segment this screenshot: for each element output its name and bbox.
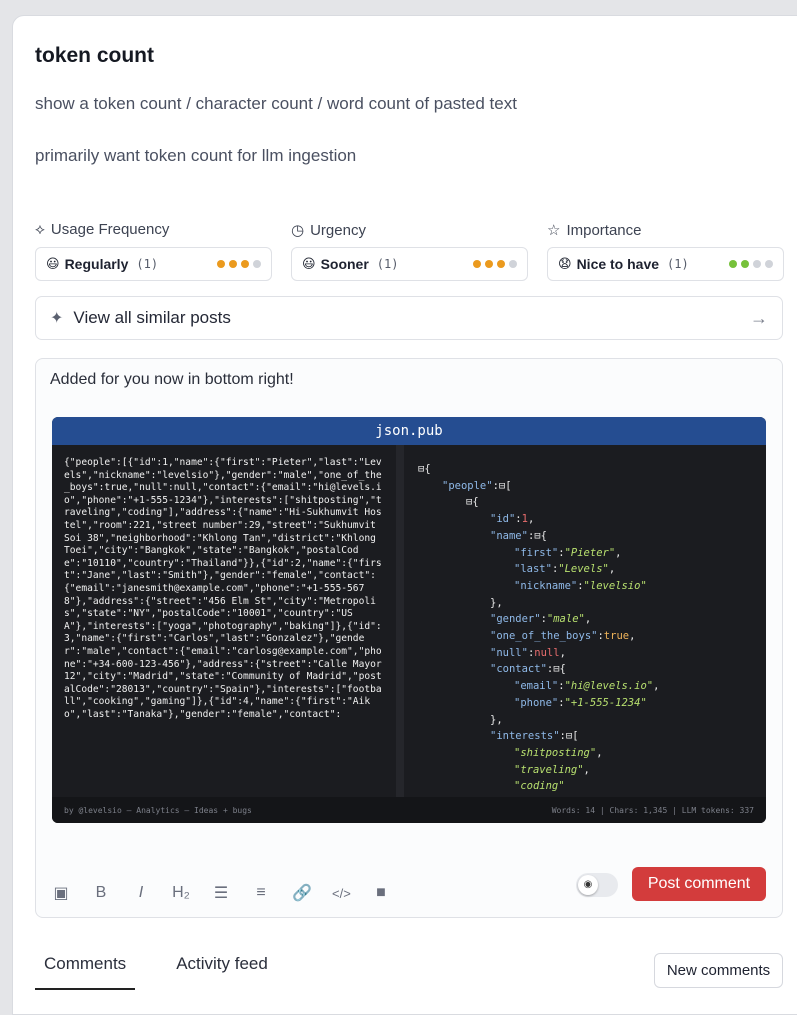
- json-tree-line: "one_of_the_boys":true,: [490, 630, 636, 643]
- level-dot: [497, 260, 505, 268]
- metric-count: (1): [376, 257, 399, 271]
- level-dot: [753, 260, 761, 268]
- panel-divider: [396, 445, 404, 797]
- level-dot: [217, 260, 225, 268]
- json-tree-line: "last":"Levels",: [514, 563, 616, 576]
- json-tree-line: "phone":"+1-555-1234": [514, 696, 647, 709]
- json-tree-line: },: [490, 713, 503, 726]
- bullet-list-icon[interactable]: ☰: [212, 883, 230, 903]
- post-comment-button[interactable]: Post comment: [632, 867, 766, 901]
- metric-count: (1): [136, 257, 159, 271]
- level-dot: [473, 260, 481, 268]
- sparkle-icon: ✦: [50, 310, 64, 327]
- pulse-icon: ⟡: [35, 221, 45, 238]
- urgency-label: ◷ Urgency: [291, 221, 366, 240]
- level-dot: [765, 260, 773, 268]
- level-dots: [217, 260, 261, 268]
- level-dot: [485, 260, 493, 268]
- post-description: show a token count / character count / w…: [35, 94, 517, 113]
- level-dot: [729, 260, 737, 268]
- italic-icon[interactable]: I: [132, 884, 150, 902]
- level-dots: [473, 260, 517, 268]
- json-tree-line: "first":"Pieter",: [514, 546, 622, 559]
- metric-value: Regularly: [64, 256, 129, 272]
- preview-toggle[interactable]: ◉: [576, 873, 618, 897]
- urgency-selector[interactable]: 😃 Sooner (1): [291, 247, 528, 281]
- metric-label-text: Usage Frequency: [50, 221, 170, 238]
- level-dot: [241, 260, 249, 268]
- smile-emoji-icon: 😃: [46, 256, 60, 271]
- numbered-list-icon[interactable]: ≡: [252, 884, 270, 902]
- metric-label-text: Urgency: [310, 221, 366, 239]
- json-tree-line: "shitposting",: [514, 746, 603, 759]
- json-tree-line: ⊟{: [466, 496, 479, 509]
- importance-label: ☆ Importance: [547, 221, 642, 240]
- new-comments-button[interactable]: New comments: [654, 953, 783, 988]
- json-tree-line: "gender":"male",: [490, 613, 592, 626]
- link-icon[interactable]: 🔗: [292, 883, 312, 903]
- json-tree-line: ⊟{: [418, 463, 431, 475]
- worried-emoji-icon: 😧: [558, 256, 572, 271]
- footer-stats: Words: 14 | Chars: 1,345 | LLM tokens: 3…: [551, 805, 754, 815]
- clock-icon: ◷: [291, 222, 305, 239]
- metric-value: Sooner: [320, 256, 369, 272]
- post-card: token count show a token count / charact…: [12, 15, 797, 1015]
- json-tree-line: "people":⊟[: [442, 479, 512, 492]
- comment-text[interactable]: Added for you now in bottom right!: [50, 371, 294, 389]
- view-similar-posts-button[interactable]: ✦ View all similar posts →: [35, 296, 783, 340]
- level-dot: [253, 260, 261, 268]
- level-dot: [229, 260, 237, 268]
- level-dots: [729, 260, 773, 268]
- json-tree-line: "email":"hi@levels.io",: [514, 680, 660, 693]
- usage-frequency-selector[interactable]: 😃 Regularly (1): [35, 247, 272, 281]
- metric-value: Nice to have: [576, 256, 660, 272]
- json-tree-line: "null":null,: [490, 646, 566, 659]
- json-tree-panel: ⊟{ "people":⊟[ ⊟{ "id":1, "name":⊟{ "first":"…: [418, 461, 758, 793]
- footer-credits: by @levelsio — Analytics — Ideas + bugs: [64, 805, 252, 815]
- json-tree-line: },: [490, 596, 503, 609]
- bold-icon[interactable]: B: [92, 884, 110, 902]
- comment-tabs: Comments Activity feed: [35, 954, 277, 990]
- comment-editor[interactable]: Added for you now in bottom right! json.…: [35, 358, 783, 918]
- image-icon[interactable]: ▣: [52, 883, 70, 903]
- screenshot-header: json.pub: [52, 417, 766, 445]
- heading-icon[interactable]: H₂: [172, 884, 190, 902]
- tab-activity-feed[interactable]: Activity feed: [167, 954, 277, 990]
- json-tree-line: "nickname":"levelsio": [514, 579, 647, 592]
- screenshot-footer: by @levelsio — Analytics — Ideas + bugs …: [52, 797, 766, 823]
- post-title: token count: [35, 44, 154, 67]
- post-description-2: primarily want token count for llm inges…: [35, 146, 357, 165]
- arrow-right-icon: →: [750, 307, 768, 328]
- tab-comments[interactable]: Comments: [35, 954, 136, 990]
- level-dot: [509, 260, 517, 268]
- star-icon: ☆: [547, 222, 561, 239]
- json-tree-line: "name":⊟{: [490, 529, 547, 542]
- similar-label: View all similar posts: [73, 308, 231, 327]
- smile-emoji-icon: 😃: [302, 256, 316, 271]
- importance-selector[interactable]: 😧 Nice to have (1): [547, 247, 784, 281]
- level-dot: [741, 260, 749, 268]
- json-tree-line: "traveling",: [514, 763, 590, 776]
- json-tree-line: "id":1,: [490, 513, 535, 526]
- eye-icon: ◉: [578, 875, 598, 895]
- metric-count: (1): [667, 257, 689, 271]
- attached-screenshot: json.pub {"people":[{"id":1,"name":{"fir…: [52, 417, 766, 823]
- json-tree-line: "contact":⊟{: [490, 663, 566, 676]
- json-tree-line: "coding": [514, 780, 565, 793]
- code-icon[interactable]: </>: [332, 886, 351, 901]
- raw-json-panel: {"people":[{"id":1,"name":{"first":"Piet…: [64, 457, 382, 720]
- metric-label-text: Importance: [566, 221, 642, 239]
- editor-toolbar: ▣ B I H₂ ☰ ≡ 🔗 </> ■: [52, 883, 390, 903]
- json-tree-line: "interests":⊟[: [490, 730, 579, 743]
- usage-frequency-label: ⟡ Usage Frequency: [35, 221, 169, 238]
- video-icon[interactable]: ■: [372, 884, 390, 902]
